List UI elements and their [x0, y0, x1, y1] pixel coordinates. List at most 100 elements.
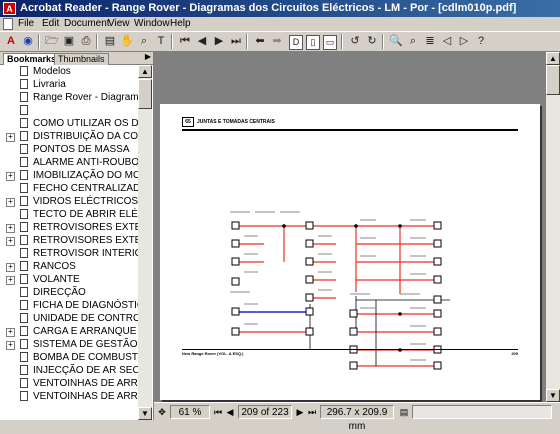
zoom-tool-icon[interactable]: ⌕ — [136, 34, 152, 49]
bookmark-label: COMO UTILIZAR OS DIAG — [33, 118, 138, 129]
last-page-icon[interactable]: ⏭ — [306, 405, 318, 419]
scroll-down-icon[interactable]: ▼ — [138, 407, 152, 420]
bookmark-scrollbar[interactable]: ▲ ▼ — [138, 65, 152, 420]
bookmark-item[interactable]: INJECÇÃO DE AR SECUN — [0, 364, 138, 377]
scroll-thumb[interactable] — [546, 65, 560, 95]
bookmark-item[interactable]: + RANCOS — [0, 260, 138, 273]
go-back-icon[interactable]: ⬅ — [252, 34, 268, 49]
bookmark-item[interactable]: + CARGA E ARRANQUE — [0, 325, 138, 338]
acrobat-app-icon[interactable]: A — [3, 2, 16, 15]
bookmark-page-icon — [20, 118, 28, 128]
bookmark-item[interactable]: FECHO CENTRALIZADO — [0, 182, 138, 195]
panel-menu-arrow-icon[interactable]: ▶ — [145, 52, 151, 61]
expand-icon[interactable]: + — [6, 341, 15, 350]
next-page-icon[interactable]: ▶ — [211, 34, 227, 49]
scroll-up-icon[interactable]: ▲ — [138, 65, 152, 78]
bookmark-item[interactable] — [0, 104, 138, 117]
page-layout-icon[interactable]: ✥ — [156, 405, 168, 419]
bookmark-item[interactable]: + DISTRIBUIÇÃO DA CORR — [0, 130, 138, 143]
bookmark-page-icon — [20, 157, 28, 167]
expand-icon[interactable]: + — [6, 133, 15, 142]
help-icon[interactable]: ? — [473, 34, 489, 49]
bookmark-page-icon — [20, 300, 28, 310]
expand-icon[interactable]: + — [6, 224, 15, 233]
bookmark-page-icon — [20, 248, 28, 258]
expand-icon[interactable]: + — [6, 276, 15, 285]
document-scrollbar[interactable]: ▲ ▼ — [546, 52, 560, 402]
save-icon[interactable]: ▣ — [61, 34, 77, 49]
bookmark-item[interactable]: + VIDROS ELÉCTRICOS — [0, 195, 138, 208]
rotate-right-icon[interactable]: ↻ — [364, 34, 380, 49]
bookmark-item[interactable]: Livraria — [0, 78, 138, 91]
bookmark-item[interactable]: DIRECÇÃO — [0, 286, 138, 299]
page-size-menu-icon[interactable]: ▤ — [398, 405, 410, 419]
search-icon[interactable]: ⌕ — [405, 34, 421, 49]
bookmark-item[interactable]: + IMOBILIZAÇÃO DO MOTOR — [0, 169, 138, 182]
bookmark-item[interactable]: VENTOINHAS DE ARREFE — [0, 390, 138, 403]
hand-tool-icon[interactable]: ✋ — [119, 34, 135, 49]
menu-document[interactable]: Document — [64, 17, 110, 31]
bookmark-item[interactable]: RETROVISOR INTERIOR — [0, 247, 138, 260]
previous-page-icon[interactable]: ◀ — [224, 405, 236, 419]
zoom-field[interactable]: 61 % — [170, 405, 210, 419]
bookmark-item[interactable]: FICHA DE DIAGNÓSTICO — [0, 299, 138, 312]
menu-help[interactable]: Help — [170, 17, 191, 31]
previous-highlight-icon[interactable]: ◁ — [439, 34, 455, 49]
first-page-icon[interactable]: ⏮ — [212, 405, 224, 419]
rotate-left-icon[interactable]: ↺ — [347, 34, 363, 49]
print-icon[interactable]: ⎙ — [78, 34, 94, 49]
bookmark-item[interactable]: Modelos — [0, 65, 138, 78]
menu-file[interactable]: File — [18, 17, 34, 31]
web-icon[interactable]: ◉ — [20, 34, 36, 49]
bookmark-item[interactable]: PONTOS DE MASSA — [0, 143, 138, 156]
bookmark-item[interactable]: UNIDADE DE CONTROLO — [0, 312, 138, 325]
tab-thumbnails[interactable]: Thumbnails — [54, 53, 109, 65]
title-bar: A Acrobat Reader - Range Rover - Diagram… — [0, 0, 560, 17]
next-page-icon[interactable]: ▶ — [294, 405, 306, 419]
acrobat-icon[interactable]: A — [3, 34, 19, 49]
bookmark-item[interactable]: Range Rover - Diagramas — [0, 91, 138, 104]
bookmark-item[interactable]: VENTOINHAS DE ARREFE — [0, 377, 138, 390]
expand-icon[interactable]: + — [6, 198, 15, 207]
show-hide-navigation-icon[interactable]: ▤ — [102, 34, 118, 49]
actual-size-icon[interactable]: D — [289, 35, 303, 50]
document-icon[interactable] — [3, 18, 13, 30]
last-page-icon[interactable]: ⏭ — [228, 34, 244, 49]
previous-page-icon[interactable]: ◀ — [194, 34, 210, 49]
bookmark-item[interactable]: BOMBA DE COMBUSTÍVEL — [0, 351, 138, 364]
first-page-icon[interactable]: ⏮ — [177, 34, 193, 49]
document-view[interactable]: 65 JUNTAS E TOMADAS CENTRAIS New Range R… — [154, 52, 546, 402]
menu-window[interactable]: Window — [134, 17, 170, 31]
toolbar-separator — [38, 34, 40, 49]
menu-edit[interactable]: Edit — [42, 17, 59, 31]
scroll-down-icon[interactable]: ▼ — [546, 389, 560, 402]
next-highlight-icon[interactable]: ▷ — [456, 34, 472, 49]
horizontal-scrollbar[interactable] — [412, 405, 552, 419]
bookmark-item[interactable]: + VOLANTE — [0, 273, 138, 286]
tab-bookmarks[interactable]: Bookmarks — [3, 53, 61, 65]
bookmark-item[interactable]: + RETROVISORES EXTERIO — [0, 234, 138, 247]
expand-icon[interactable]: + — [6, 172, 15, 181]
fit-page-icon[interactable]: ▯ — [306, 35, 320, 50]
page-indicator[interactable]: 209 of 223 — [238, 405, 292, 419]
status-bar: ✥ 61 % ⏮ ◀ 209 of 223 ▶ ⏭ 296.7 x 209.9 … — [154, 402, 560, 432]
menu-view[interactable]: View — [108, 17, 130, 31]
text-select-icon[interactable]: T — [153, 34, 169, 49]
bookmark-item[interactable]: TECTO DE ABRIR ELÉCTI — [0, 208, 138, 221]
bookmark-item[interactable]: ALARME ANTI-ROUBO — [0, 156, 138, 169]
bookmark-item[interactable]: COMO UTILIZAR OS DIAG — [0, 117, 138, 130]
open-icon[interactable]: 🗁 — [44, 34, 60, 49]
bookmark-label: Livraria — [33, 79, 66, 90]
pdf-page[interactable]: 65 JUNTAS E TOMADAS CENTRAIS New Range R… — [160, 104, 540, 400]
go-forward-icon[interactable]: ➡ — [269, 34, 285, 49]
find-icon[interactable]: 🔍 — [388, 34, 404, 49]
scroll-thumb[interactable] — [138, 79, 152, 109]
scroll-up-icon[interactable]: ▲ — [546, 52, 560, 65]
expand-icon[interactable]: + — [6, 328, 15, 337]
expand-icon[interactable]: + — [6, 263, 15, 272]
search-results-icon[interactable]: ≣ — [422, 34, 438, 49]
bookmark-item[interactable]: + RETROVISORES EXTERIO — [0, 221, 138, 234]
expand-icon[interactable]: + — [6, 237, 15, 246]
fit-width-icon[interactable]: ▭ — [323, 35, 337, 50]
bookmark-item[interactable]: + SISTEMA DE GESTÃO DO — [0, 338, 138, 351]
